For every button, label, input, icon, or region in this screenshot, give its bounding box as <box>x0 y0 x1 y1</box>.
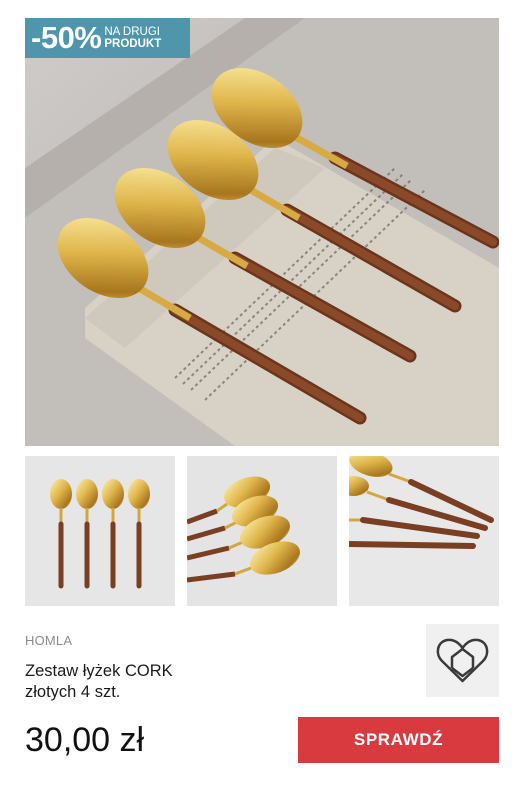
check-product-button[interactable]: SPRAWDŹ <box>298 717 499 763</box>
discount-badge: -50% NA DRUGI PRODUKT <box>25 18 190 58</box>
product-title-line2: złotych 4 szt. <box>25 683 121 701</box>
product-brand: HOMLA <box>25 633 73 648</box>
discount-caption-line2: PRODUKT <box>104 38 162 50</box>
discount-percent: -50% <box>31 20 102 55</box>
thumbnail-1[interactable] <box>25 456 175 606</box>
shop-logo[interactable] <box>426 624 499 697</box>
discount-caption-line1: NA DRUGI <box>104 25 160 38</box>
spoons-closeup-thumbnail <box>349 456 499 606</box>
product-price: 30,00 zł <box>25 721 145 759</box>
spoons-vertical-thumbnail <box>25 456 175 606</box>
discount-caption: NA DRUGI PRODUKT <box>104 26 161 51</box>
heart-house-logo-icon <box>436 638 489 683</box>
product-title[interactable]: Zestaw łyżek CORK złotych 4 szt. <box>25 661 285 703</box>
thumbnail-gallery <box>25 456 499 606</box>
thumbnail-3[interactable] <box>349 456 499 606</box>
product-main-image[interactable] <box>25 18 499 446</box>
thumbnail-2[interactable] <box>187 456 337 606</box>
spoons-stacked-thumbnail <box>187 456 337 606</box>
spoons-on-napkin-photo <box>25 18 499 446</box>
product-title-line1: Zestaw łyżek CORK <box>25 662 173 680</box>
